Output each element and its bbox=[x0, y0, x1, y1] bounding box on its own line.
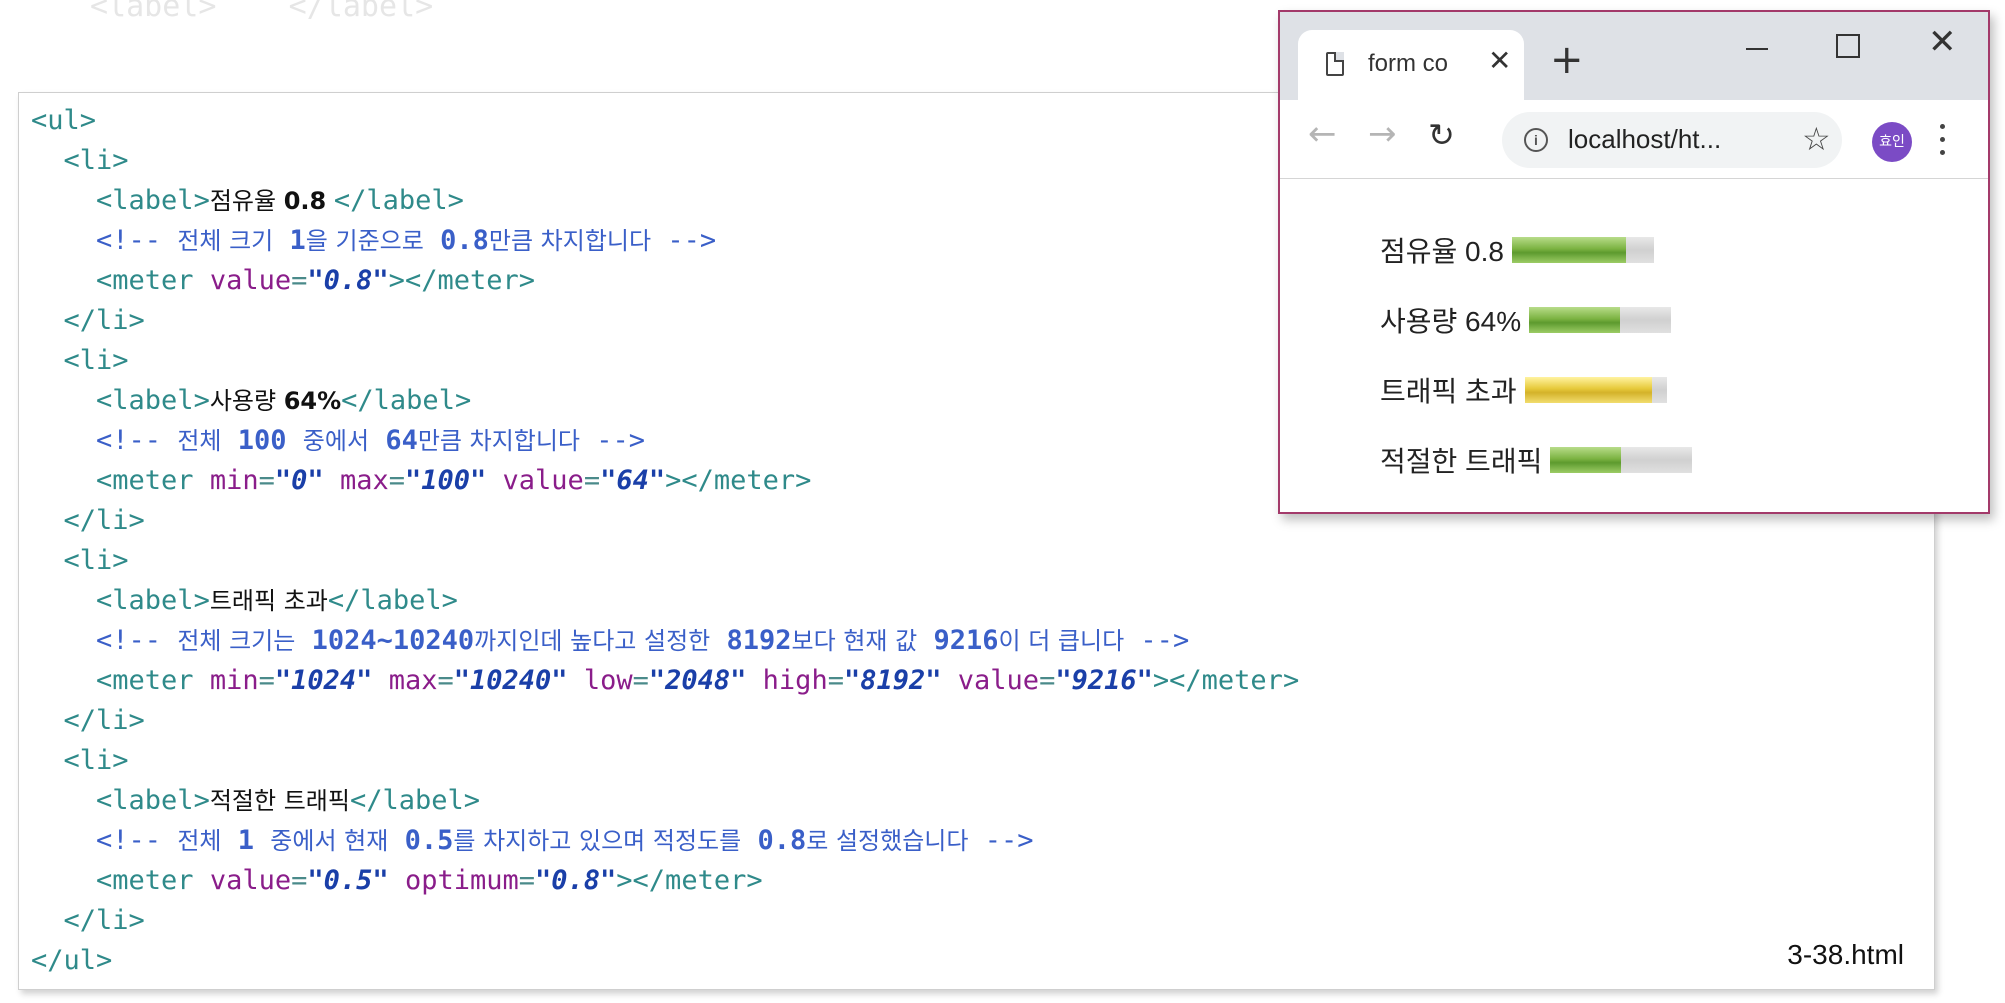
meter-item: 사용량 64% bbox=[1380, 285, 1692, 355]
code-line: <li> bbox=[63, 145, 129, 176]
minimize-icon[interactable] bbox=[1746, 48, 1768, 50]
code-line: <!-- 전체 크기는 1024~10240까지인데 높다고 설정한 8192보… bbox=[96, 625, 1190, 656]
code-line: </li> bbox=[63, 305, 145, 336]
address-bar[interactable]: i localhost/ht... ☆ bbox=[1502, 112, 1842, 168]
meter-label: 적절한 트래픽 bbox=[1380, 446, 1543, 477]
code-line: </li> bbox=[63, 905, 145, 936]
meter-label: 트래픽 초과 bbox=[1380, 376, 1517, 407]
kebab-menu-icon[interactable] bbox=[1940, 124, 1946, 158]
arrow-left-icon[interactable]: ← bbox=[1308, 114, 1337, 154]
browser-toolbar: ← → ↻ i localhost/ht... ☆ 효인 bbox=[1280, 100, 1988, 179]
url-text: localhost/ht... bbox=[1568, 124, 1722, 154]
tab-close-icon[interactable]: ✕ bbox=[1488, 44, 1511, 77]
new-tab-button[interactable]: + bbox=[1550, 40, 1584, 80]
code-line: <label>사용량 64%</label> bbox=[96, 385, 472, 416]
page-viewport: 점유율 0.8 사용량 64% 트래픽 초과적절한 트래픽 bbox=[1280, 179, 1988, 512]
tab-strip: form cor ✕ + ✕ bbox=[1280, 12, 1988, 100]
code-line: <label>적절한 트래픽</label> bbox=[96, 785, 480, 816]
browser-window: form cor ✕ + ✕ ← → ↻ i localhost/ht... ☆… bbox=[1278, 10, 1990, 514]
meter-fill bbox=[1511, 237, 1626, 263]
code-line: <meter min="0" max="100" value="64"></me… bbox=[96, 465, 812, 496]
code-line: <li> bbox=[63, 745, 129, 776]
code-listing: <ul> <li> <label>점유율 0.8 </label> <!-- 전… bbox=[31, 101, 1299, 981]
window-close-icon[interactable]: ✕ bbox=[1928, 22, 1957, 62]
code-line: <label>트래픽 초과</label> bbox=[96, 585, 458, 616]
meter-bar bbox=[1550, 447, 1693, 473]
meter-label: 점유율 0.8 bbox=[1380, 236, 1504, 267]
code-line: <label>점유율 0.8 </label> bbox=[96, 185, 464, 216]
code-line: </li> bbox=[63, 505, 145, 536]
arrow-right-icon[interactable]: → bbox=[1368, 114, 1397, 154]
meter-item: 적절한 트래픽 bbox=[1380, 425, 1693, 495]
browser-tab[interactable]: form cor ✕ bbox=[1298, 30, 1524, 100]
file-name-label: 3-38.html bbox=[1787, 939, 1904, 970]
code-line: <meter value="0.8"></meter> bbox=[96, 265, 535, 296]
code-line: </ul> bbox=[31, 945, 113, 976]
code-line: <ul> bbox=[31, 105, 97, 136]
code-line: <!-- 전체 100 중에서 64만큼 차지합니다 --> bbox=[96, 425, 646, 456]
code-line: <!-- 전체 크기 1을 기준으로 0.8만큼 차지합니다 --> bbox=[96, 225, 717, 256]
faint-background-code: <label> </label> bbox=[90, 0, 434, 24]
code-line: <meter min="1024" max="10240" low="2048"… bbox=[96, 665, 1300, 696]
code-line: <li> bbox=[63, 345, 129, 376]
meter-list: 점유율 0.8 사용량 64% 트래픽 초과적절한 트래픽 bbox=[1380, 215, 1693, 495]
code-line: <meter value="0.5" optimum="0.8"></meter… bbox=[96, 865, 763, 896]
meter-fill bbox=[1524, 377, 1653, 403]
reload-icon[interactable]: ↻ bbox=[1428, 116, 1455, 154]
meter-label: 사용량 64% bbox=[1380, 306, 1522, 337]
meter-bar bbox=[1511, 237, 1654, 263]
meter-bar bbox=[1529, 307, 1672, 333]
avatar[interactable]: 효인 bbox=[1872, 122, 1912, 162]
meter-fill bbox=[1550, 447, 1622, 473]
info-icon[interactable]: i bbox=[1524, 128, 1548, 152]
meter-item: 점유율 0.8 bbox=[1380, 215, 1692, 285]
code-line: <!-- 전체 1 중에서 현재 0.5를 차지하고 있으며 적정도를 0.8로… bbox=[96, 825, 1034, 856]
meter-fill bbox=[1529, 307, 1620, 333]
star-icon[interactable]: ☆ bbox=[1802, 120, 1831, 158]
document-icon bbox=[1326, 52, 1344, 76]
code-line: <li> bbox=[63, 545, 129, 576]
meter-item: 트래픽 초과 bbox=[1380, 355, 1692, 425]
maximize-icon[interactable] bbox=[1836, 34, 1860, 58]
code-line: </li> bbox=[63, 705, 145, 736]
tab-title: form cor bbox=[1368, 50, 1448, 77]
meter-bar bbox=[1524, 377, 1667, 403]
